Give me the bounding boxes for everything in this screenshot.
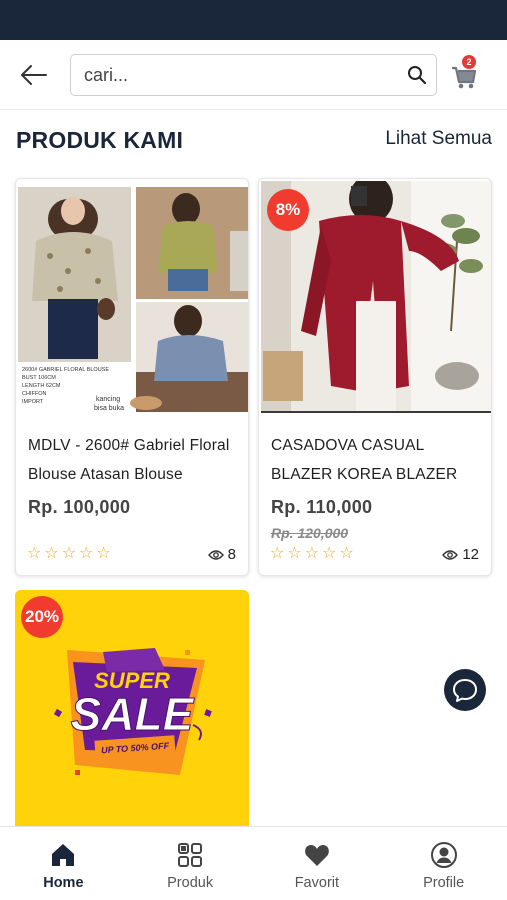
rating-stars: ☆ ☆ ☆ ☆ ☆ (270, 545, 354, 563)
product-image: 8% (261, 181, 491, 413)
image-text-line: BUST 106CM (22, 375, 56, 381)
back-button[interactable] (18, 60, 50, 90)
bottom-nav: Home Produk Favorit Profile (0, 826, 507, 900)
product-old-price: Rp. 120,000 (271, 525, 349, 541)
top-header: 2 (0, 40, 507, 110)
nav-label: Favorit (294, 875, 340, 891)
view-count-value: 8 (227, 546, 236, 563)
star-outline-icon: ☆ (287, 545, 302, 562)
image-text-line: CHIFFON (22, 391, 46, 397)
discount-badge: 8% (267, 189, 309, 231)
image-text-line: LENGTH 62CM (22, 383, 61, 389)
star-outline-icon: ☆ (79, 545, 94, 562)
chat-button[interactable] (444, 669, 486, 711)
product-name: CASADOVA CASUAL BLAZER KOREA BLAZER (271, 437, 458, 483)
section-title: PRODUK KAMI (16, 127, 184, 153)
star-outline-icon: ☆ (61, 545, 77, 562)
cart-count-badge: 2 (462, 55, 476, 69)
product-name: MDLV - 2600# Gabriel Floral Blouse Atasa… (28, 437, 230, 483)
nav-label: Home (43, 875, 84, 891)
product-price: Rp. 110,000 (271, 497, 373, 517)
nav-item-favorit[interactable]: Favorit (254, 827, 381, 900)
arrow-left-icon (21, 65, 47, 85)
image-text-line: IMPORT (22, 399, 44, 405)
product-card[interactable]: SUPER SALE UP TO 50% OFF 20% (15, 590, 249, 826)
star-outline-icon: ☆ (339, 545, 354, 562)
star-outline-icon: ☆ (27, 545, 42, 562)
view-count-value: 12 (462, 546, 479, 563)
heart-icon (305, 845, 329, 866)
sale-main-text: SALE (71, 688, 195, 740)
nav-label: Profile (423, 875, 465, 891)
user-circle-icon (430, 842, 457, 868)
discount-badge: 20% (21, 596, 63, 638)
product-image: 2600# GABRIEL FLORAL BLOUSE BUST 106CM L… (18, 181, 248, 413)
product-card[interactable]: 8% CASADOVA CASUAL BLAZER KOREA BLAZER R… (258, 178, 492, 576)
nav-item-produk[interactable]: Produk (127, 827, 254, 900)
eye-icon (207, 549, 224, 560)
search-bar (70, 54, 437, 96)
see-all-link[interactable]: Lihat Semua (385, 128, 492, 150)
home-icon (52, 844, 75, 866)
nav-item-profile[interactable]: Profile (380, 827, 507, 900)
search-icon[interactable] (407, 65, 427, 85)
rating-stars: ☆ ☆ ☆ ☆ ☆ (27, 545, 111, 563)
status-bar (0, 0, 507, 40)
image-caption: bisa buka (94, 405, 124, 412)
product-price: Rp. 100,000 (28, 497, 131, 517)
cart-button[interactable]: 2 (450, 55, 478, 90)
nav-label: Produk (167, 875, 214, 891)
nav-item-home[interactable]: Home (0, 827, 127, 900)
star-outline-icon: ☆ (44, 545, 59, 562)
product-card[interactable]: 2600# GABRIEL FLORAL BLOUSE BUST 106CM L… (15, 178, 249, 576)
image-caption: kancing (96, 396, 120, 403)
image-text-line: 2600# GABRIEL FLORAL BLOUSE (22, 367, 109, 373)
star-outline-icon: ☆ (304, 545, 320, 562)
chat-bubble-icon (453, 679, 477, 702)
eye-icon (442, 549, 459, 560)
star-outline-icon: ☆ (96, 545, 111, 562)
search-input[interactable] (71, 55, 371, 95)
view-count: 8 (207, 546, 236, 563)
grid-icon (178, 843, 203, 867)
star-outline-icon: ☆ (322, 545, 337, 562)
view-count: 12 (442, 546, 479, 563)
section-header: PRODUK KAMI Lihat Semua (16, 125, 492, 157)
star-outline-icon: ☆ (270, 545, 285, 562)
